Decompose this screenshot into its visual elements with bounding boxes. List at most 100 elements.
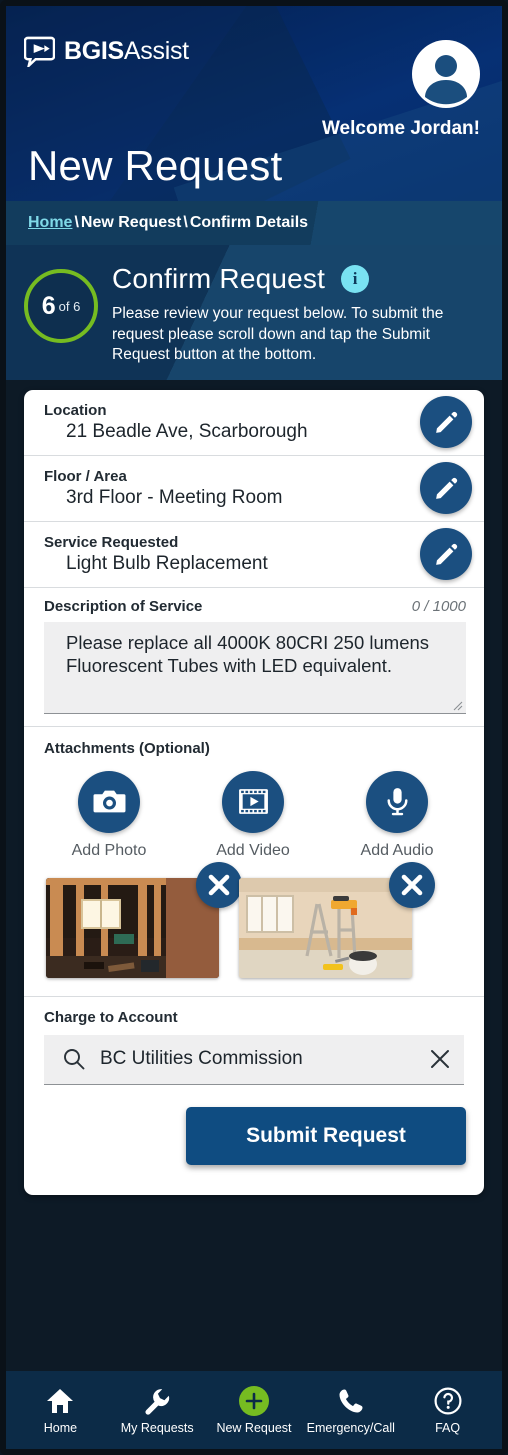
nav-icon-wrap: [434, 1386, 462, 1416]
breadcrumb-new-request[interactable]: New Request: [81, 214, 181, 232]
thumbnail-item: [239, 861, 435, 978]
description-textarea[interactable]: Please replace all 4000K 80CRI 250 lumen…: [44, 621, 466, 714]
close-x-icon: [208, 874, 230, 896]
add-video-circle: [222, 770, 284, 833]
home-icon: [47, 1388, 74, 1413]
close-x-icon: [401, 874, 423, 896]
field-label: Floor / Area: [44, 467, 127, 485]
confirm-request-card: Location 21 Beadle Ave, Scarborough Floo…: [24, 389, 484, 1195]
logo-wordmark: BGISAssist: [64, 37, 189, 66]
add-audio-button[interactable]: Add Audio: [342, 770, 452, 860]
question-circle-icon: [434, 1387, 462, 1414]
field-service-requested: Service Requested Light Bulb Replacement: [24, 522, 484, 588]
description-of-service-section: Description of Service 0 / 1000 Please r…: [24, 588, 484, 727]
nav-label-emergency-call: Emergency/Call: [306, 1420, 395, 1435]
nav-label-home: Home: [43, 1420, 78, 1435]
plus-circle-icon: [238, 1385, 269, 1416]
breadcrumb-confirm-details: Confirm Details: [189, 214, 309, 231]
resize-grip-icon[interactable]: [451, 699, 463, 711]
field-floor-area: Floor / Area 3rd Floor - Meeting Room: [24, 456, 484, 522]
nav-item-home[interactable]: Home: [12, 1386, 108, 1435]
app-logo[interactable]: BGISAssist: [24, 36, 189, 67]
attachment-photo-1[interactable]: [46, 877, 219, 978]
nav-icon-wrap: [238, 1385, 269, 1416]
video-film-icon: [238, 789, 268, 815]
attachments-label: Attachments (Optional): [44, 739, 210, 757]
bottom-navigation: Home My Requests New Request Emergency/C…: [6, 1371, 502, 1449]
field-value: Light Bulb Replacement: [66, 552, 268, 574]
construction-interior-image: [46, 877, 219, 978]
pencil-icon: [435, 543, 457, 565]
nav-label-my-requests: My Requests: [120, 1420, 194, 1435]
edit-service-button[interactable]: [420, 528, 472, 581]
edit-location-button[interactable]: [420, 396, 472, 449]
info-icon[interactable]: i: [341, 265, 370, 293]
logo-bold-text: BGIS: [64, 37, 124, 65]
charge-to-account-section: Charge to Account BC Utilities Commissio…: [24, 995, 484, 1085]
add-photo-label: Add Photo: [71, 841, 147, 859]
submit-zone: Submit Request: [24, 1085, 484, 1195]
charge-account-search-field[interactable]: BC Utilities Commission: [44, 1034, 464, 1085]
thumbnail-item: [46, 861, 242, 978]
breadcrumb-separator: \: [74, 214, 79, 231]
phone-icon: [339, 1389, 363, 1412]
remove-photo-1-button[interactable]: [196, 861, 242, 908]
remove-photo-2-button[interactable]: [389, 861, 435, 908]
logo-light-text: Assist: [123, 37, 189, 65]
speech-bubble-play-icon: [24, 36, 55, 67]
nav-item-new-request[interactable]: New Request: [206, 1385, 302, 1435]
nav-item-faq[interactable]: FAQ: [400, 1386, 496, 1435]
nav-label-faq: FAQ: [435, 1420, 461, 1435]
add-video-button[interactable]: Add Video: [198, 770, 308, 860]
add-video-label: Add Video: [216, 841, 290, 859]
pencil-icon: [435, 411, 457, 433]
room-painting-image: [239, 877, 412, 978]
character-counter: 0 / 1000: [411, 597, 466, 615]
add-photo-button[interactable]: Add Photo: [54, 770, 164, 860]
add-audio-circle: [366, 770, 428, 833]
attachment-photo-2[interactable]: [239, 877, 412, 978]
nav-item-my-requests[interactable]: My Requests: [109, 1386, 205, 1435]
search-icon: [64, 1049, 85, 1070]
field-value: 3rd Floor - Meeting Room: [66, 486, 283, 508]
step-section: 6 of 6 Confirm Request i Please review y…: [6, 245, 502, 380]
field-location: Location 21 Beadle Ave, Scarborough: [24, 390, 484, 456]
page-title: New Request: [28, 142, 283, 189]
field-label: Location: [44, 401, 107, 419]
charge-account-value[interactable]: BC Utilities Commission: [100, 1048, 414, 1070]
field-value: 21 Beadle Ave, Scarborough: [66, 420, 308, 442]
step-description: Please review your request below. To sub…: [112, 305, 444, 364]
pencil-icon: [435, 477, 457, 499]
nav-icon-wrap: [143, 1386, 171, 1416]
user-avatar-icon[interactable]: [412, 40, 480, 108]
wrench-icon: [145, 1388, 170, 1415]
field-label: Service Requested: [44, 533, 179, 551]
breadcrumb-home-link[interactable]: Home: [28, 214, 72, 232]
nav-icon-wrap: [338, 1386, 364, 1416]
submit-request-button[interactable]: Submit Request: [186, 1106, 466, 1165]
step-progress-badge: 6 of 6: [24, 269, 98, 343]
step-total: of 6: [58, 298, 81, 314]
charge-to-account-label: Charge to Account: [44, 1008, 178, 1026]
description-text: Please replace all 4000K 80CRI 250 lumen…: [66, 631, 430, 677]
nav-icon-wrap: [46, 1386, 74, 1416]
add-photo-circle: [78, 770, 140, 833]
app-header: BGISAssist Welcome Jordan! New Request: [6, 6, 502, 201]
description-label: Description of Service: [44, 597, 203, 615]
breadcrumb: Home \ New Request \ Confirm Details: [6, 201, 502, 245]
step-title: Confirm Request: [112, 263, 326, 294]
camera-icon: [93, 791, 125, 813]
nav-label-new-request: New Request: [216, 1420, 292, 1435]
edit-floor-area-button[interactable]: [420, 462, 472, 515]
attachments-section: Attachments (Optional) Add Photo Add Vid…: [24, 727, 484, 868]
nav-item-emergency-call[interactable]: Emergency/Call: [303, 1386, 399, 1435]
app-window: BGISAssist Welcome Jordan! New Request H…: [0, 0, 508, 1455]
step-number: 6: [41, 291, 56, 320]
breadcrumb-separator-2: \: [183, 214, 188, 231]
welcome-message: Welcome Jordan!: [321, 118, 480, 139]
plus-glyph-icon: [245, 1392, 263, 1409]
microphone-icon: [386, 788, 408, 816]
clear-account-icon[interactable]: [428, 1047, 452, 1071]
add-audio-label: Add Audio: [360, 841, 434, 859]
